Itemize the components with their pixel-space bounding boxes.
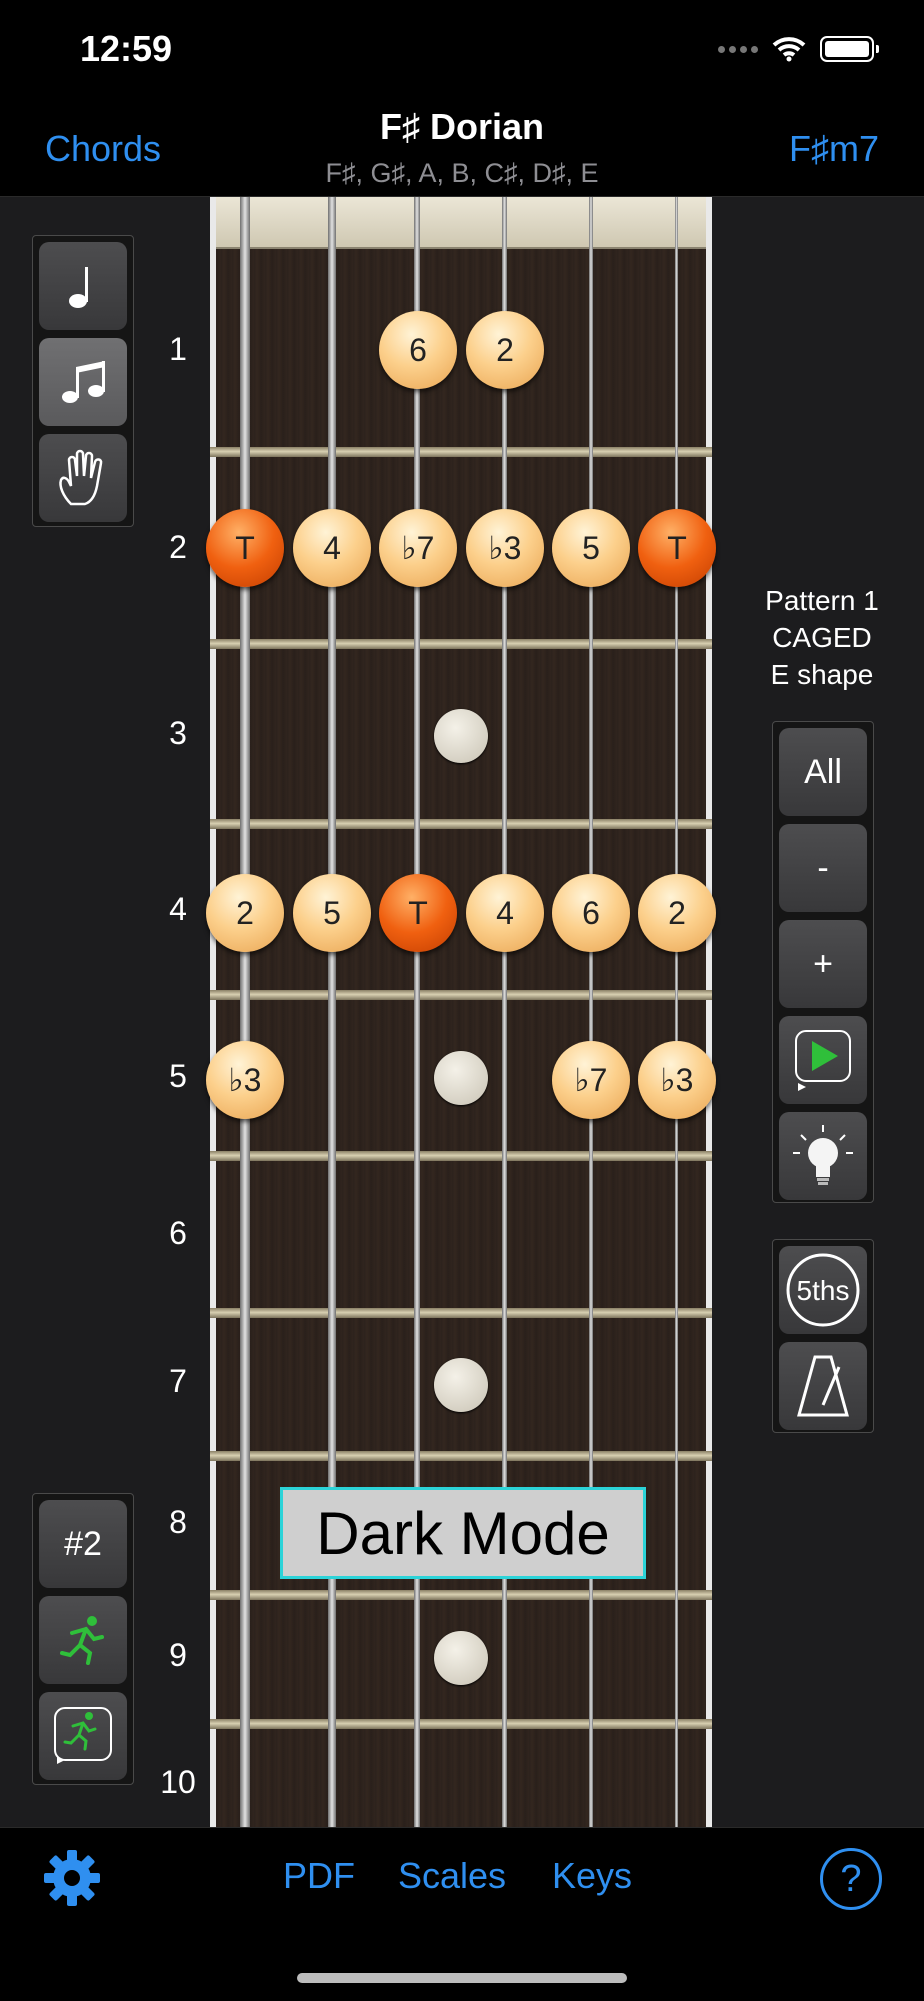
single-note-button[interactable] <box>39 242 127 330</box>
scale-note-marker[interactable]: 2 <box>638 874 716 952</box>
nut <box>210 197 712 249</box>
home-indicator <box>297 1973 627 1983</box>
pattern-shape: E shape <box>770 659 874 690</box>
position-panel: #2 <box>32 1493 134 1785</box>
metronome-button[interactable] <box>779 1342 867 1430</box>
help-icon[interactable]: ? <box>820 1848 882 1910</box>
runner-button[interactable] <box>39 1596 127 1684</box>
scale-note-marker[interactable]: 2 <box>466 311 544 389</box>
pattern-controls-panel: All - + <box>772 721 874 1203</box>
play-loop-button[interactable] <box>779 1016 867 1104</box>
scale-note-marker[interactable]: ♭3 <box>206 1041 284 1119</box>
dark-mode-label: Dark Mode <box>280 1487 646 1579</box>
battery-icon <box>820 36 879 62</box>
scale-note-marker[interactable]: ♭7 <box>379 509 457 587</box>
string-6 <box>240 197 250 1827</box>
fretboard[interactable] <box>210 197 712 1827</box>
fret-wire <box>210 1308 712 1318</box>
multi-note-button[interactable] <box>39 338 127 426</box>
fret-number: 9 <box>169 1637 187 1673</box>
hint-button[interactable] <box>779 1112 867 1200</box>
keys-button[interactable]: Keys <box>552 1855 632 1897</box>
scale-notes: F♯, G♯, A, B, C♯, D♯, E <box>325 158 599 188</box>
note-mode-panel <box>32 235 134 527</box>
fret-number: 6 <box>169 1215 187 1251</box>
root-note-marker[interactable]: T <box>638 509 716 587</box>
fret-number: 5 <box>169 1058 187 1094</box>
position-button[interactable]: #2 <box>39 1500 127 1588</box>
fret-wire <box>210 639 712 649</box>
scale-note-marker[interactable]: 4 <box>466 874 544 952</box>
show-all-button[interactable]: All <box>779 728 867 816</box>
scales-button[interactable]: Scales <box>398 1855 506 1897</box>
scale-note-marker[interactable]: 5 <box>552 509 630 587</box>
runner-loop-icon <box>54 1707 112 1764</box>
fret-number: 2 <box>169 529 187 565</box>
pdf-button[interactable]: PDF <box>283 1855 355 1897</box>
fret-wire <box>210 1451 712 1461</box>
play-loop-icon <box>795 1030 851 1091</box>
fret-number: 8 <box>169 1504 187 1540</box>
fret-wire <box>210 1151 712 1161</box>
fifths-label: 5ths <box>797 1275 850 1306</box>
runner-loop-button[interactable] <box>39 1692 127 1780</box>
fret-inlay <box>434 1631 488 1685</box>
fretboard-edge-right <box>706 197 712 1827</box>
fretboard-area: 1 2 3 4 5 6 7 8 9 10 6 2 T 4 ♭7 ♭3 5 T 2 5 T 4 6 2 ♭3 ♭… <box>0 197 924 1827</box>
fretboard-edge-left <box>210 197 216 1827</box>
string-3 <box>502 197 507 1827</box>
scale-title: F♯ Dorian <box>379 106 544 147</box>
scale-note-marker[interactable]: ♭7 <box>552 1041 630 1119</box>
fret-number: 1 <box>169 331 187 367</box>
scale-note-marker[interactable]: 2 <box>206 874 284 952</box>
eighth-notes-icon <box>62 361 105 403</box>
fret-wire <box>210 1590 712 1600</box>
previous-pattern-button[interactable]: - <box>779 824 867 912</box>
string-5 <box>328 197 336 1827</box>
tools-panel: 5ths <box>772 1239 874 1433</box>
gear-icon[interactable] <box>42 1848 102 1908</box>
scale-note-marker[interactable]: ♭3 <box>638 1041 716 1119</box>
scale-note-marker[interactable]: ♭3 <box>466 509 544 587</box>
root-note-marker[interactable]: T <box>206 509 284 587</box>
lightbulb-icon <box>793 1125 853 1185</box>
fret-number: 4 <box>169 891 187 927</box>
fret-inlay <box>434 1358 488 1412</box>
hand-icon <box>59 449 103 506</box>
fret-wire <box>210 990 712 1000</box>
string-2 <box>589 197 593 1827</box>
fret-number: 7 <box>169 1363 187 1399</box>
fret-wire <box>210 1719 712 1729</box>
status-time: 12:59 <box>80 28 173 69</box>
cellular-signal-icon <box>718 45 758 53</box>
pattern-number: Pattern 1 <box>765 585 879 616</box>
root-note-marker[interactable]: T <box>379 874 457 952</box>
chord-button[interactable]: F♯m7 <box>789 128 879 170</box>
scale-note-marker[interactable]: 4 <box>293 509 371 587</box>
fret-inlay <box>434 709 488 763</box>
fret-wire <box>210 819 712 829</box>
fifths-icon: 5ths <box>786 1253 860 1327</box>
pattern-label: Pattern 1 CAGED E shape <box>740 582 904 693</box>
fret-inlay <box>434 1051 488 1105</box>
fingering-button[interactable] <box>39 434 127 522</box>
pattern-system: CAGED <box>772 622 872 653</box>
scale-note-marker[interactable]: 5 <box>293 874 371 952</box>
quarter-note-icon <box>69 267 88 308</box>
metronome-icon <box>797 1355 849 1417</box>
fret-number: 10 <box>160 1764 196 1800</box>
wifi-icon <box>772 37 806 62</box>
status-indicators <box>718 36 879 62</box>
string-1 <box>675 197 678 1827</box>
fret-number: 3 <box>169 715 187 751</box>
scale-note-marker[interactable]: 6 <box>379 311 457 389</box>
scale-note-marker[interactable]: 6 <box>552 874 630 952</box>
circle-of-fifths-button[interactable]: 5ths <box>779 1246 867 1334</box>
string-4 <box>414 197 420 1827</box>
runner-icon <box>60 1616 104 1665</box>
fret-wire <box>210 447 712 457</box>
next-pattern-button[interactable]: + <box>779 920 867 1008</box>
